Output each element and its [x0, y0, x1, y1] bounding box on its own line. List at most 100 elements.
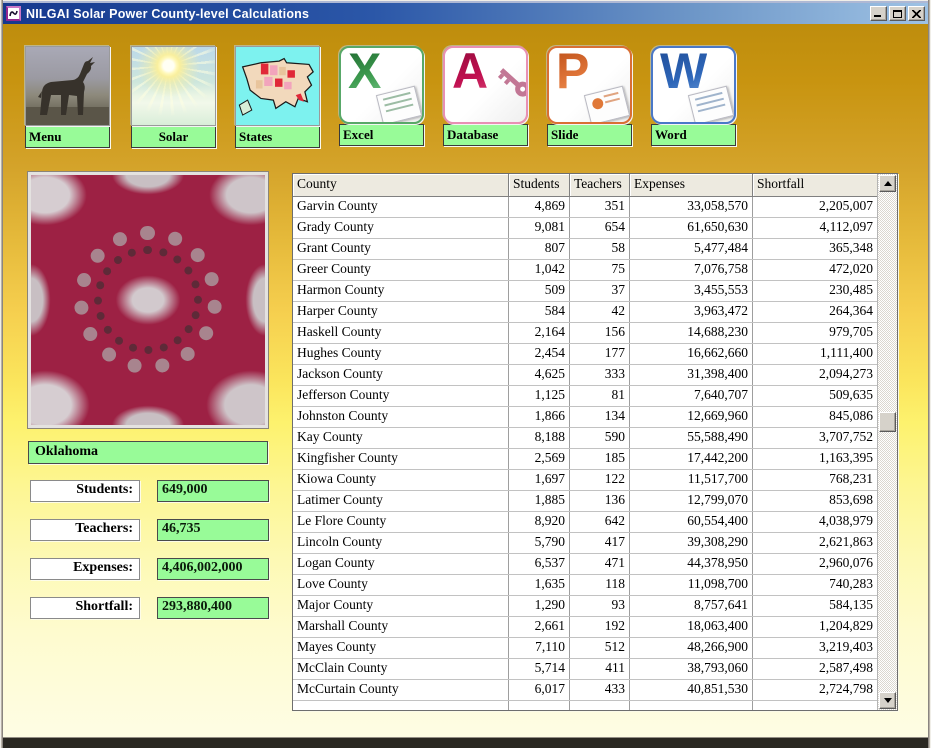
- up-arrow-icon: [884, 181, 892, 186]
- cell-expenses: 12,799,070: [630, 491, 753, 511]
- cell-teachers: 185: [570, 449, 630, 469]
- teachers-value-field[interactable]: 46,735: [157, 519, 269, 541]
- toolbar-button-word[interactable]: W Word: [651, 46, 736, 146]
- table-row[interactable]: Jefferson County1,125817,640,707509,635: [293, 386, 877, 407]
- cell-students: 4,869: [509, 197, 570, 217]
- scroll-up-button[interactable]: [879, 175, 896, 192]
- cell-expenses: 33,058,570: [630, 197, 753, 217]
- toolbar-button-excel[interactable]: X Excel: [339, 46, 424, 146]
- maximize-button[interactable]: [889, 6, 906, 21]
- table-row[interactable]: Mayes County7,11051248,266,9003,219,403: [293, 638, 877, 659]
- cell-students: 1,042: [509, 260, 570, 280]
- minimize-button[interactable]: [870, 6, 887, 21]
- cell-teachers: 136: [570, 491, 630, 511]
- cell-teachers: 471: [570, 554, 630, 574]
- table-row[interactable]: Kiowa County1,69712211,517,700768,231: [293, 470, 877, 491]
- cell-county: Mayes County: [293, 638, 509, 658]
- cell-teachers: [570, 701, 630, 710]
- column-header-teachers[interactable]: Teachers: [570, 174, 630, 196]
- toolbar-button-database[interactable]: A Database: [443, 46, 528, 146]
- cell-shortfall: 1,111,400: [753, 344, 877, 364]
- table-row[interactable]: Kingfisher County2,56918517,442,2001,163…: [293, 449, 877, 470]
- cell-teachers: 192: [570, 617, 630, 637]
- table-row[interactable]: Latimer County1,88513612,799,070853,698: [293, 491, 877, 512]
- table-row[interactable]: Logan County6,53747144,378,9502,960,076: [293, 554, 877, 575]
- toolbar-button-solar[interactable]: Solar: [131, 46, 216, 148]
- table-row[interactable]: Marshall County2,66119218,063,4001,204,8…: [293, 617, 877, 638]
- table-row[interactable]: Love County1,63511811,098,700740,283: [293, 575, 877, 596]
- cell-shortfall: 2,960,076: [753, 554, 877, 574]
- toolbar-button-label: Menu: [25, 126, 110, 148]
- students-label: Students:: [30, 480, 140, 502]
- cell-teachers: 417: [570, 533, 630, 553]
- table-row[interactable]: Hughes County2,45417716,662,6601,111,400: [293, 344, 877, 365]
- shortfall-value-field[interactable]: 293,880,400: [157, 597, 269, 619]
- column-header-shortfall[interactable]: Shortfall: [753, 174, 877, 196]
- cell-students: 6,537: [509, 554, 570, 574]
- scrollbar-thumb[interactable]: [879, 412, 896, 432]
- cell-county: Kingfisher County: [293, 449, 509, 469]
- expenses-value-field[interactable]: 4,406,002,000: [157, 558, 269, 580]
- table-row[interactable]: Major County1,290938,757,641584,135: [293, 596, 877, 617]
- toolbar-button-states[interactable]: States: [235, 46, 320, 148]
- powerpoint-icon: P: [547, 46, 632, 124]
- cell-expenses: 48,266,900: [630, 638, 753, 658]
- table-row[interactable]: Haskell County2,16415614,688,230979,705: [293, 323, 877, 344]
- table-row[interactable]: Harper County584423,963,472264,364: [293, 302, 877, 323]
- cell-shortfall: 3,707,752: [753, 428, 877, 448]
- table-row[interactable]: McClain County5,71441138,793,0602,587,49…: [293, 659, 877, 680]
- window-border-bottom: [0, 737, 931, 748]
- close-button[interactable]: [908, 6, 925, 21]
- cell-students: 1,635: [509, 575, 570, 595]
- title-bar[interactable]: NILGAI Solar Power County-level Calculat…: [3, 3, 928, 24]
- cell-students: 6,017: [509, 680, 570, 700]
- word-icon: W: [651, 46, 736, 124]
- table-row[interactable]: Greer County1,042757,076,758472,020: [293, 260, 877, 281]
- scroll-down-button[interactable]: [879, 692, 896, 709]
- cell-shortfall: 1,204,829: [753, 617, 877, 637]
- cell-county: Grady County: [293, 218, 509, 238]
- table-row[interactable]: Grady County9,08165461,650,6304,112,097: [293, 218, 877, 239]
- toolbar-button-menu[interactable]: Menu: [25, 46, 110, 148]
- cell-expenses: 55,588,490: [630, 428, 753, 448]
- cell-expenses: 60,554,400: [630, 512, 753, 532]
- cell-students: 509: [509, 281, 570, 301]
- cell-county: Latimer County: [293, 491, 509, 511]
- cell-students: 1,290: [509, 596, 570, 616]
- cell-students: 2,454: [509, 344, 570, 364]
- cell-teachers: 642: [570, 512, 630, 532]
- column-header-students[interactable]: Students: [509, 174, 570, 196]
- students-value-field[interactable]: 649,000: [157, 480, 269, 502]
- cell-shortfall: 4,112,097: [753, 218, 877, 238]
- down-arrow-icon: [884, 698, 892, 703]
- table-row[interactable]: Lincoln County5,79041739,308,2902,621,86…: [293, 533, 877, 554]
- toolbar-button-label: States: [235, 126, 320, 148]
- table-scrollbar[interactable]: [877, 174, 897, 710]
- maximize-icon: [893, 10, 902, 18]
- cell-shortfall: 2,724,798: [753, 680, 877, 700]
- cell-students: [509, 701, 570, 710]
- cell-students: 2,661: [509, 617, 570, 637]
- table-row[interactable]: Kay County8,18859055,588,4903,707,752: [293, 428, 877, 449]
- cell-expenses: 17,442,200: [630, 449, 753, 469]
- fractal-image: [28, 172, 268, 428]
- table-row[interactable]: Johnston County1,86613412,669,960845,086: [293, 407, 877, 428]
- cell-county: Major County: [293, 596, 509, 616]
- table-row[interactable]: McCurtain County6,01743340,851,5302,724,…: [293, 680, 877, 701]
- cell-expenses: 40,851,530: [630, 680, 753, 700]
- toolbar-button-slide[interactable]: P Slide: [547, 46, 632, 146]
- table-row[interactable]: Le Flore County8,92064260,554,4004,038,9…: [293, 512, 877, 533]
- table-row[interactable]: Garvin County4,86935133,058,5702,205,007: [293, 197, 877, 218]
- cell-students: 8,920: [509, 512, 570, 532]
- cell-teachers: 433: [570, 680, 630, 700]
- table-row[interactable]: [293, 701, 877, 710]
- table-row[interactable]: Grant County807585,477,484365,348: [293, 239, 877, 260]
- toolbar-button-label: Database: [443, 124, 528, 146]
- table-row[interactable]: Harmon County509373,455,553230,485: [293, 281, 877, 302]
- cell-shortfall: 845,086: [753, 407, 877, 427]
- table-row[interactable]: Jackson County4,62533331,398,4002,094,27…: [293, 365, 877, 386]
- column-header-expenses[interactable]: Expenses: [630, 174, 753, 196]
- column-header-county[interactable]: County: [293, 174, 509, 196]
- cell-expenses: 7,640,707: [630, 386, 753, 406]
- cell-county: McCurtain County: [293, 680, 509, 700]
